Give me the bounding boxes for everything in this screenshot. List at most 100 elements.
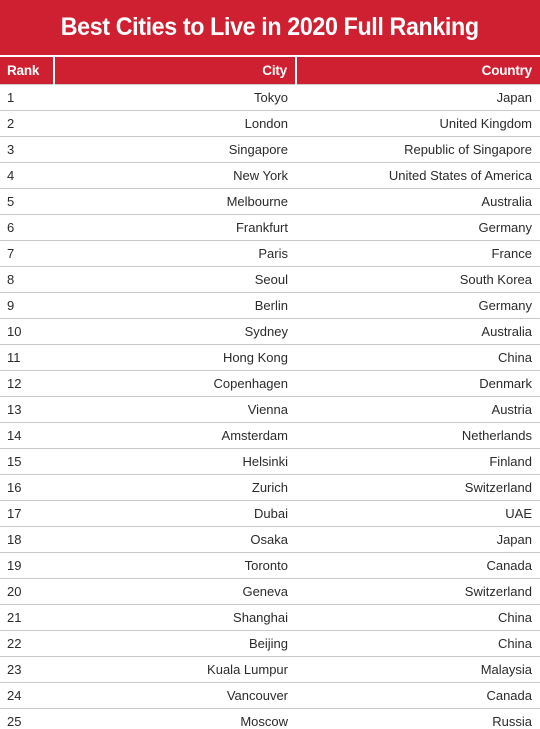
cell-city: Kuala Lumpur <box>207 661 288 677</box>
cell-city: Toronto <box>244 557 288 573</box>
cell-country: UAE <box>505 505 532 521</box>
table-row[interactable]: 7 Paris France <box>0 240 540 266</box>
table-row[interactable]: 5 Melbourne Australia <box>0 188 540 214</box>
cell-rank: 21 <box>7 609 22 625</box>
cell-country: Austria <box>491 401 532 417</box>
cell-city: Singapore <box>228 141 288 157</box>
cell-country: China <box>498 349 532 365</box>
cell-rank: 1 <box>7 89 15 105</box>
cell-rank: 22 <box>7 635 22 651</box>
table-row[interactable]: 14 Amsterdam Netherlands <box>0 422 540 448</box>
cell-country: South Korea <box>459 271 532 287</box>
cell-country: Republic of Singapore <box>404 141 532 157</box>
cell-rank: 12 <box>7 375 22 391</box>
table-row[interactable]: 8 Seoul South Korea <box>0 266 540 292</box>
cell-city: Helsinki <box>242 453 288 469</box>
cell-city: Seoul <box>254 271 288 287</box>
ranking-table: Rank City Country 1 Tokyo Japan 2 London Unit… <box>0 57 540 729</box>
cell-city: New York <box>233 167 288 183</box>
table-row[interactable]: 21 Shanghai China <box>0 604 540 630</box>
cell-rank: 19 <box>7 557 22 573</box>
table-row[interactable]: 22 Beijing China <box>0 630 540 656</box>
cell-rank: 9 <box>7 297 15 313</box>
table-row[interactable]: 12 Copenhagen Denmark <box>0 370 540 396</box>
cell-rank: 14 <box>7 427 22 443</box>
cell-rank: 7 <box>7 245 15 261</box>
table-row[interactable]: 1 Tokyo Japan <box>0 84 540 110</box>
cell-country: Denmark <box>479 375 532 391</box>
table-row[interactable]: 11 Hong Kong China <box>0 344 540 370</box>
cell-rank: 25 <box>7 713 22 729</box>
table-row[interactable]: 20 Geneva Switzerland <box>0 578 540 604</box>
cell-rank: 2 <box>7 115 15 131</box>
table-row[interactable]: 10 Sydney Australia <box>0 318 540 344</box>
cell-country: Malaysia <box>480 661 532 677</box>
cell-country: Japan <box>496 531 532 547</box>
table-row[interactable]: 16 Zurich Switzerland <box>0 474 540 500</box>
cell-country: Germany <box>478 219 532 235</box>
cell-country: Germany <box>478 297 532 313</box>
cell-city: Berlin <box>254 297 288 313</box>
table-row[interactable]: 19 Toronto Canada <box>0 552 540 578</box>
cell-country: Russia <box>492 713 532 729</box>
cell-city: Paris <box>258 245 288 261</box>
cell-city: Copenhagen <box>213 375 288 391</box>
table-row[interactable]: 15 Helsinki Finland <box>0 448 540 474</box>
cell-rank: 10 <box>7 323 22 339</box>
cell-country: China <box>498 609 532 625</box>
column-header-city[interactable]: City <box>54 57 297 84</box>
column-header-rank[interactable]: Rank <box>0 57 55 84</box>
cell-country: France <box>491 245 532 261</box>
cell-city: Sydney <box>244 323 288 339</box>
table-row[interactable]: 18 Osaka Japan <box>0 526 540 552</box>
cell-rank: 11 <box>7 349 21 365</box>
cell-city: Frankfurt <box>235 219 288 235</box>
cell-city: Hong Kong <box>222 349 288 365</box>
table-row[interactable]: 17 Dubai UAE <box>0 500 540 526</box>
cell-country: Australia <box>481 323 532 339</box>
cell-city: London <box>244 115 288 131</box>
cell-city: Moscow <box>240 713 288 729</box>
cell-rank: 13 <box>7 401 22 417</box>
table-body: 1 Tokyo Japan 2 London United Kingdom 3 Singapo… <box>0 84 540 729</box>
cell-city: Beijing <box>248 635 288 651</box>
cell-country: Switzerland <box>464 479 532 495</box>
cell-country: United States of America <box>388 167 532 183</box>
table-row[interactable]: 3 Singapore Republic of Singapore <box>0 136 540 162</box>
title-band: Best Cities to Live in 2020 Full Ranking <box>0 0 540 55</box>
cell-city: Shanghai <box>233 609 288 625</box>
cell-country: Netherlands <box>461 427 532 443</box>
cell-rank: 4 <box>7 167 15 183</box>
cell-rank: 6 <box>7 219 15 235</box>
cell-rank: 20 <box>7 583 22 599</box>
cell-rank: 3 <box>7 141 15 157</box>
table-row[interactable]: 23 Kuala Lumpur Malaysia <box>0 656 540 682</box>
column-header-country[interactable]: Country <box>296 57 540 84</box>
ranking-card: Best Cities to Live in 2020 Full Ranking… <box>0 0 540 729</box>
cell-country: Canada <box>486 687 532 703</box>
cell-rank: 5 <box>7 193 15 209</box>
cell-city: Dubai <box>254 505 288 521</box>
table-row[interactable]: 9 Berlin Germany <box>0 292 540 318</box>
cell-country: United Kingdom <box>439 115 533 131</box>
table-row[interactable]: 13 Vienna Austria <box>0 396 540 422</box>
table-row[interactable]: 24 Vancouver Canada <box>0 682 540 708</box>
cell-country: Finland <box>489 453 532 469</box>
cell-country: Canada <box>486 557 532 573</box>
cell-country: Japan <box>496 89 532 105</box>
cell-city: Geneva <box>242 583 288 599</box>
page-title: Best Cities to Live in 2020 Full Ranking <box>61 13 479 41</box>
cell-city: Amsterdam <box>221 427 288 443</box>
cell-rank: 23 <box>7 661 22 677</box>
table-row[interactable]: 4 New York United States of America <box>0 162 540 188</box>
table-row[interactable]: 2 London United Kingdom <box>0 110 540 136</box>
cell-city: Vancouver <box>226 687 288 703</box>
cell-rank: 24 <box>7 687 22 703</box>
table-row[interactable]: 6 Frankfurt Germany <box>0 214 540 240</box>
cell-rank: 8 <box>7 271 15 287</box>
table-header-row: Rank City Country <box>0 57 540 84</box>
table-row[interactable]: 25 Moscow Russia <box>0 708 540 729</box>
cell-city: Melbourne <box>226 193 288 209</box>
cell-city: Vienna <box>247 401 288 417</box>
cell-city: Zurich <box>251 479 288 495</box>
